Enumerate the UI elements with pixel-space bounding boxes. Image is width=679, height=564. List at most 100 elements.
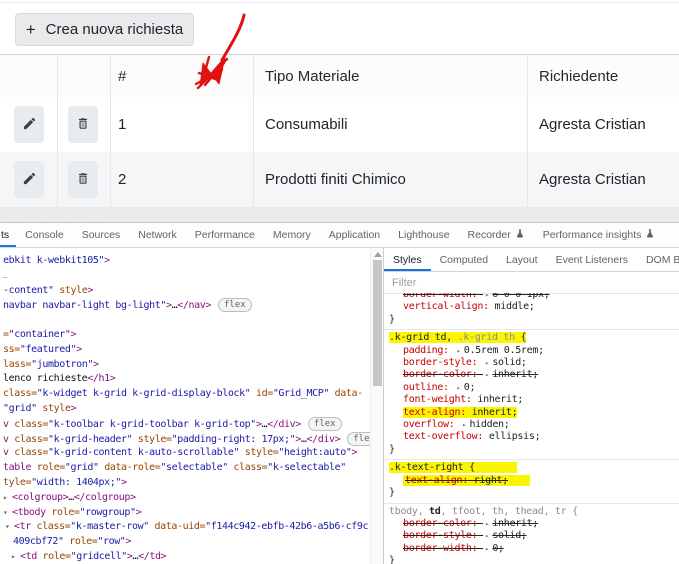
devtools-tab-application[interactable]: Application: [320, 223, 389, 247]
pencil-icon: [22, 171, 37, 189]
dom-tree-line[interactable]: ▾<tbody role="rowgroup">: [3, 506, 370, 521]
dom-tree-line[interactable]: class="k-widget k-grid k-grid-display-bl…: [3, 387, 370, 402]
delete-row-button[interactable]: [68, 106, 98, 143]
expand-icon[interactable]: ▸: [462, 419, 466, 431]
cell-richiedente: Agresta Cristian: [539, 97, 646, 152]
flex-badge[interactable]: flex: [347, 432, 370, 446]
scrollbar-thumb[interactable]: [373, 260, 382, 386]
column-header-richiedente[interactable]: Richiedente: [539, 55, 618, 97]
expand-icon[interactable]: ▸: [485, 293, 489, 301]
plus-icon: +: [26, 21, 36, 38]
dom-tree-line[interactable]: lass="jumbotron">: [3, 358, 370, 373]
trash-icon: [76, 171, 90, 189]
sidebar-tab-styles[interactable]: Styles: [384, 248, 431, 271]
table-row[interactable]: 3Parti di ricambioAgresta Cristian: [0, 207, 679, 222]
dom-tree-line[interactable]: [3, 313, 370, 328]
css-property[interactable]: vertical-align: middle;: [389, 301, 679, 313]
css-property[interactable]: border-style: ▸solid;: [389, 530, 679, 542]
css-selector[interactable]: .k-grid td, .k-grid th {: [389, 332, 679, 344]
dom-tree-line[interactable]: table role="grid" data-role="selectable"…: [3, 461, 370, 476]
expanded-arrow-icon[interactable]: ▾: [5, 520, 14, 535]
css-rule: tbody, td, tfoot, th, thead, tr {border-…: [384, 504, 679, 564]
tab-label: Performance: [195, 229, 255, 241]
css-property[interactable]: border-color: ▸inherit;: [389, 518, 679, 530]
column-header-tipo-materiale[interactable]: Tipo Materiale: [265, 55, 359, 97]
dom-tree-line[interactable]: -content" style>: [3, 284, 370, 299]
sidebar-tab-dom-break[interactable]: DOM Break: [637, 248, 679, 271]
dom-tree-line[interactable]: 409cbf72" role="row">: [3, 535, 370, 550]
flex-badge[interactable]: flex: [308, 417, 342, 431]
css-close-brace: }: [389, 487, 679, 499]
highlight-marker: text-align: right;: [403, 475, 530, 486]
devtools-tab-performance-insights[interactable]: Performance insights: [534, 223, 665, 247]
collapsed-arrow-icon[interactable]: ▸: [3, 491, 12, 506]
expand-icon[interactable]: ▸: [457, 382, 461, 394]
edit-row-button[interactable]: [14, 106, 44, 143]
expand-icon[interactable]: ▸: [485, 530, 489, 542]
css-property[interactable]: border-width: ▸0 0 0 1px;: [389, 293, 679, 301]
devtools-tab-performance[interactable]: Performance: [186, 223, 264, 247]
devtools-tab-memory[interactable]: Memory: [264, 223, 320, 247]
expand-icon[interactable]: ▸: [485, 357, 489, 369]
elements-scrollbar[interactable]: [370, 248, 383, 564]
flex-badge[interactable]: flex: [218, 298, 252, 312]
css-property[interactable]: font-weight: inherit;: [389, 394, 679, 406]
dom-tree-line[interactable]: ebkit k-webkit105">: [3, 254, 370, 269]
dom-tree-line[interactable]: ▾<tr class="k-master-row" data-uid="f144…: [3, 520, 370, 535]
devtools-tab-network[interactable]: Network: [129, 223, 186, 247]
column-divider: [527, 55, 528, 222]
sidebar-tab-layout[interactable]: Layout: [497, 248, 547, 271]
css-close-brace: }: [389, 555, 679, 564]
devtools-tab-console[interactable]: Console: [16, 223, 73, 247]
css-close-brace: }: [389, 314, 679, 326]
styles-filter-input[interactable]: Filter: [384, 272, 679, 294]
css-property[interactable]: text-align: right;: [389, 475, 679, 487]
dom-tree-line[interactable]: lenco richieste</h1>: [3, 372, 370, 387]
css-property[interactable]: border-style: ▸solid;: [389, 357, 679, 369]
edit-row-button[interactable]: [14, 161, 44, 198]
dom-tree-line[interactable]: v class="k-grid-header" style="padding-r…: [3, 432, 370, 447]
table-row[interactable]: 1ConsumabiliAgresta Cristian: [0, 97, 679, 153]
css-property[interactable]: text-align: inherit;: [389, 407, 679, 419]
css-property[interactable]: overflow: ▸hidden;: [389, 419, 679, 431]
create-request-button[interactable]: + Crea nuova richiesta: [15, 13, 194, 46]
expand-icon[interactable]: ▸: [485, 369, 489, 381]
collapsed-arrow-icon[interactable]: ▸: [11, 550, 20, 564]
dom-tree-line[interactable]: "grid" style>: [3, 402, 370, 417]
dom-tree-line[interactable]: ▸<colgroup>…</colgroup>: [3, 491, 370, 506]
delete-row-button[interactable]: [68, 161, 98, 198]
dom-tree-line[interactable]: navbar navbar-light bg-light">…</nav>fle…: [3, 298, 370, 313]
tab-label: Sources: [82, 229, 121, 241]
expand-icon[interactable]: ▸: [457, 345, 461, 357]
devtools-tab-ts[interactable]: ts: [0, 223, 16, 247]
sidebar-tab-computed[interactable]: Computed: [431, 248, 497, 271]
css-selector[interactable]: tbody, td, tfoot, th, thead, tr {: [389, 506, 679, 518]
dom-tree-line[interactable]: ▸<td role="gridcell">…</td>: [3, 550, 370, 564]
devtools-tab-lighthouse[interactable]: Lighthouse: [389, 223, 458, 247]
css-property[interactable]: padding: ▸0.5rem 0.5rem;: [389, 345, 679, 357]
css-property[interactable]: text-overflow: ellipsis;: [389, 431, 679, 443]
trash-icon: [76, 116, 90, 134]
column-header-num[interactable]: #: [118, 55, 126, 97]
grid-top-border: [0, 2, 679, 3]
create-request-label: Crea nuova richiesta: [46, 21, 184, 38]
css-property[interactable]: outline: ▸0;: [389, 382, 679, 394]
expand-icon[interactable]: ▸: [485, 543, 489, 555]
dom-tree-line[interactable]: ="container">: [3, 328, 370, 343]
scroll-up-icon[interactable]: [374, 252, 382, 257]
table-row[interactable]: 2Prodotti finiti ChimicoAgresta Cristian: [0, 152, 679, 208]
expand-icon[interactable]: ▸: [485, 518, 489, 530]
dom-tree-line[interactable]: tyle="width: 1404px;">: [3, 476, 370, 491]
devtools-tab-sources[interactable]: Sources: [73, 223, 130, 247]
css-property[interactable]: border-width: ▸0;: [389, 543, 679, 555]
expanded-arrow-icon[interactable]: ▾: [3, 506, 12, 521]
css-property[interactable]: border-color: ▸inherit;: [389, 369, 679, 381]
dom-tree-line[interactable]: …: [3, 269, 370, 284]
dom-tree-line[interactable]: v class="k-toolbar k-grid-toolbar k-grid…: [3, 417, 370, 432]
dom-tree-line[interactable]: ss="featured">: [3, 343, 370, 358]
dom-tree-line[interactable]: v class="k-grid-content k-auto-scrollabl…: [3, 446, 370, 461]
css-selector[interactable]: .k-text-right {: [389, 462, 679, 474]
devtools-tab-recorder[interactable]: Recorder: [459, 223, 534, 247]
sidebar-tab-event-listeners[interactable]: Event Listeners: [547, 248, 637, 271]
tab-label: ts: [1, 229, 9, 241]
